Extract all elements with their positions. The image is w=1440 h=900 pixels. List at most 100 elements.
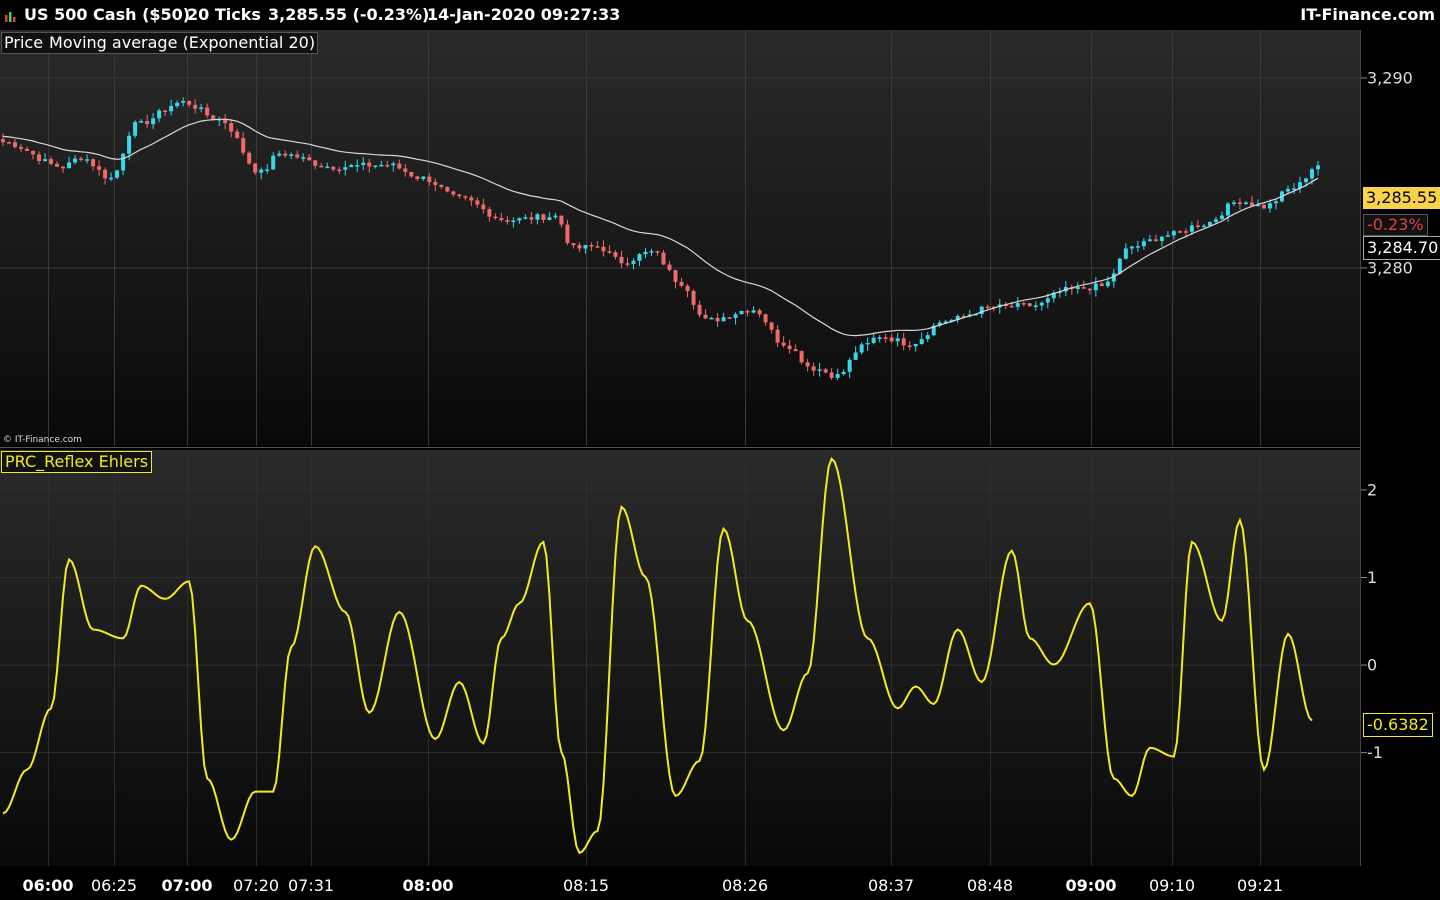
price-bar (1, 139, 5, 143)
price-bar (787, 345, 792, 350)
price-bar (163, 110, 168, 113)
price-bar (253, 163, 258, 173)
price-bar (1093, 283, 1098, 291)
price-bar (313, 160, 318, 166)
indicator-value-tag: -0.6382 (1363, 713, 1433, 737)
price-bar (139, 120, 144, 123)
price-bar (103, 169, 108, 179)
price-bar (1141, 241, 1146, 247)
price-bar (115, 170, 120, 178)
price-bar (811, 366, 816, 371)
y-tick-label: 1 (1367, 568, 1377, 587)
price-bar (25, 148, 30, 151)
price-bar (667, 264, 672, 270)
price-bar (613, 252, 618, 257)
x-tick-label: 08:37 (868, 876, 914, 895)
y-axis-bg (1361, 30, 1440, 866)
indicator-legend[interactable]: PRC_Reflex Ehlers (1, 451, 153, 473)
price-bar (469, 197, 474, 201)
price-bar (331, 166, 336, 170)
price-bar (1135, 246, 1140, 248)
price-bar (379, 164, 384, 167)
price-bar (649, 251, 654, 253)
last-quote: 3,285.55 (-0.23%) (268, 5, 430, 24)
price-bar (535, 214, 540, 220)
price-bar (277, 153, 282, 156)
price-bar (169, 106, 174, 112)
price-bar (1291, 188, 1296, 190)
price-bar (55, 163, 60, 167)
price-bar (151, 118, 156, 125)
bar-chart-icon (5, 12, 16, 22)
price-bar (31, 150, 36, 155)
price-bar (391, 163, 396, 166)
price-bar (265, 169, 270, 171)
x-tick-label: 06:00 (23, 876, 74, 895)
price-bar (127, 135, 132, 154)
price-bar (841, 371, 846, 375)
price-bar (871, 337, 876, 343)
y-tick-label: 2 (1367, 480, 1377, 499)
price-bar (529, 217, 534, 220)
title-bar: US 500 Cash ($50) 20 Ticks 3,285.55 (-0.… (0, 0, 1440, 30)
price-bar (781, 342, 786, 346)
price-bar (823, 369, 828, 373)
price-bar (247, 152, 252, 164)
price-bar (109, 177, 114, 180)
price-bar (367, 162, 372, 167)
y-tick-label: 3,280 (1367, 258, 1413, 277)
price-legend[interactable]: Price Moving average (Exponential 20) (1, 32, 319, 54)
price-bar (37, 154, 42, 162)
price-bar (631, 260, 636, 264)
price-bar (1303, 178, 1308, 183)
x-tick-label: 09:00 (1066, 876, 1117, 895)
price-bar (457, 194, 462, 197)
price-bar (817, 369, 822, 371)
price-bar (1117, 258, 1122, 274)
price-bar (271, 155, 276, 170)
price-bar (181, 101, 186, 103)
price-bar (1045, 298, 1050, 303)
price-bar (907, 345, 912, 347)
price-bar (589, 245, 594, 247)
price-bar (97, 166, 102, 170)
price-bar (199, 107, 204, 110)
chart-area[interactable]: 3,290 3,280 2 1 0 -1 06:00 06:25 07:00 07:20 07:3… (0, 30, 1440, 900)
y-tick-label: -1 (1367, 743, 1383, 762)
instrument-name: US 500 Cash ($50) (24, 5, 191, 24)
price-bar (13, 142, 18, 147)
price-bar (499, 218, 504, 221)
indicator-panel-bg (0, 450, 1360, 866)
price-bar (1147, 239, 1152, 242)
price-bar (1153, 239, 1158, 241)
price-bar (655, 251, 660, 253)
price-bar (793, 349, 798, 352)
x-tick-label: 07:20 (233, 876, 279, 895)
price-bar (853, 352, 858, 360)
timeframe-label[interactable]: 20 Ticks (187, 5, 261, 24)
price-bar (1033, 305, 1038, 307)
price-bar (1177, 231, 1182, 233)
price-bar (1225, 203, 1230, 216)
brand-label: IT-Finance.com (1300, 5, 1435, 24)
price-bar (625, 263, 630, 265)
price-bar (439, 184, 444, 187)
price-bar (481, 204, 486, 210)
price-bar (1261, 204, 1266, 209)
legend-ma-label: Moving average (Exponential 20) (49, 33, 316, 52)
price-bar (577, 245, 582, 249)
price-bar (763, 314, 768, 323)
price-bar (565, 224, 570, 244)
price-bar (1171, 231, 1176, 236)
price-bar (1129, 246, 1134, 249)
price-bar (1105, 281, 1110, 287)
price-bar (307, 157, 312, 161)
price-bar (571, 243, 576, 246)
price-bar (385, 164, 390, 167)
x-tick-label: 06:25 (91, 876, 137, 895)
price-bar (187, 101, 192, 105)
price-bar (1183, 231, 1188, 233)
price-bar (919, 339, 924, 344)
price-bar (433, 182, 438, 185)
y-tick-label: 3,290 (1367, 68, 1413, 87)
